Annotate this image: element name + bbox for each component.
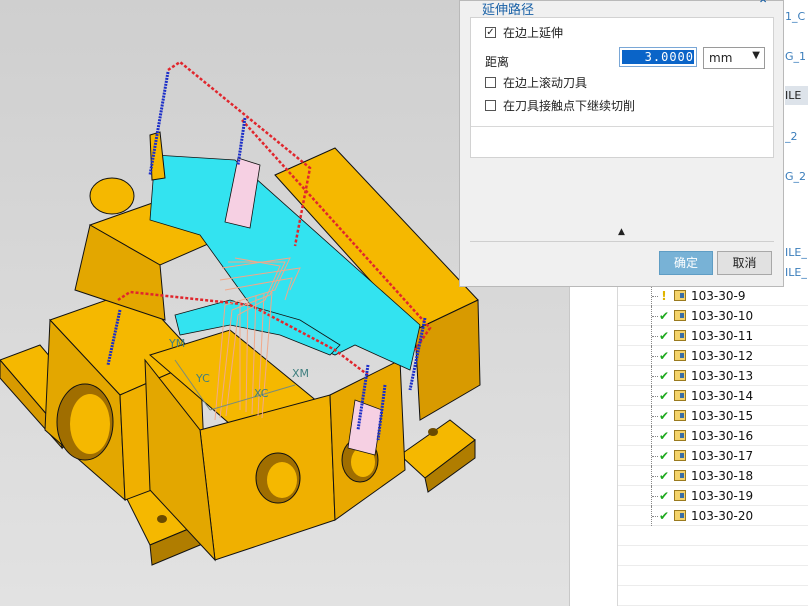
operation-name: 103-30-9: [691, 289, 746, 303]
complete-check-icon: ✔: [658, 489, 670, 503]
operation-row[interactable]: ✔ 103-30-15: [618, 406, 808, 426]
operation-row[interactable]: ✔ 103-30-17: [618, 446, 808, 466]
operation-icon: [674, 410, 686, 421]
operation-row[interactable]: ! 103-30-9: [618, 286, 808, 306]
operation-name: 103-30-12: [691, 349, 754, 363]
operation-name: 103-30-16: [691, 429, 754, 443]
ok-button[interactable]: 确定: [659, 251, 713, 275]
operation-icon: [674, 370, 686, 381]
distance-value: 3.0000: [622, 50, 694, 64]
operation-name: 103-30-15: [691, 409, 754, 423]
complete-check-icon: ✔: [658, 329, 670, 343]
empty-row: [618, 526, 808, 546]
group-divider: [471, 126, 773, 127]
extend-path-dialog: 延伸路径 ⌃ ✓ 在边上延伸 距离 3.0000 mm ▼ 在边上滚动刀具 在刀…: [459, 0, 784, 287]
operation-name: 103-30-17: [691, 449, 754, 463]
dropdown-arrow-icon: ▼: [752, 50, 760, 61]
cancel-button[interactable]: 取消: [717, 251, 772, 275]
operation-row[interactable]: ✔ 103-30-14: [618, 386, 808, 406]
operation-row[interactable]: ✔ 103-30-10: [618, 306, 808, 326]
operation-row[interactable]: ✔ 103-30-12: [618, 346, 808, 366]
operation-name: 103-30-18: [691, 469, 754, 483]
dialog-section-header[interactable]: 延伸路径 ⌃: [460, 0, 783, 18]
operation-icon: [674, 330, 686, 341]
operation-icon: [674, 430, 686, 441]
operation-icon: [674, 490, 686, 501]
chevron-up-icon[interactable]: ⌃: [757, 0, 769, 13]
partial-label[interactable]: ILE_: [785, 266, 807, 279]
complete-check-icon: ✔: [658, 309, 670, 323]
extend-on-edge-checkbox[interactable]: ✓: [485, 27, 496, 38]
partial-label[interactable]: _2: [785, 130, 798, 143]
complete-check-icon: ✔: [658, 509, 670, 523]
operation-name: 103-30-20: [691, 509, 754, 523]
operation-name: 103-30-10: [691, 309, 754, 323]
operation-row[interactable]: ✔ 103-30-19: [618, 486, 808, 506]
unit-value: mm: [709, 51, 733, 65]
complete-check-icon: ✔: [658, 449, 670, 463]
distance-label: 距离: [485, 55, 510, 69]
partial-label[interactable]: 1_C: [785, 10, 805, 23]
operation-name: 103-30-14: [691, 389, 754, 403]
operation-name: 103-30-11: [691, 329, 754, 343]
operation-icon: [674, 290, 686, 301]
operation-name: 103-30-19: [691, 489, 754, 503]
empty-row: [618, 586, 808, 606]
distance-input[interactable]: 3.0000: [619, 47, 697, 67]
operation-name: 103-30-13: [691, 369, 754, 383]
operation-row[interactable]: ✔ 103-30-20: [618, 506, 808, 526]
operation-icon: [674, 350, 686, 361]
axis-label-yc: YC: [196, 372, 210, 385]
extend-on-edge-label: 在边上延伸: [503, 26, 564, 40]
partial-label[interactable]: G_2: [785, 170, 806, 183]
complete-check-icon: ✔: [658, 369, 670, 383]
continue-cut-checkbox[interactable]: [485, 100, 496, 111]
complete-check-icon: ✔: [658, 349, 670, 363]
empty-row: [618, 546, 808, 566]
operation-icon: [674, 470, 686, 481]
complete-check-icon: ✔: [658, 389, 670, 403]
complete-check-icon: ✔: [658, 429, 670, 443]
partial-label[interactable]: G_1: [785, 50, 806, 63]
unit-select[interactable]: mm ▼: [703, 47, 765, 69]
button-bar-divider: [470, 241, 774, 242]
operation-icon: [674, 450, 686, 461]
partial-label[interactable]: ILE_: [785, 246, 807, 259]
axis-label-ym: YM: [169, 337, 186, 350]
partial-label[interactable]: ILE: [785, 86, 808, 105]
operation-icon: [674, 310, 686, 321]
operation-row[interactable]: ✔ 103-30-13: [618, 366, 808, 386]
operation-icon: [674, 390, 686, 401]
complete-check-icon: ✔: [658, 469, 670, 483]
operation-row[interactable]: ✔ 103-30-18: [618, 466, 808, 486]
empty-row: [618, 566, 808, 586]
axis-label-xc: XC: [254, 387, 269, 400]
complete-check-icon: ✔: [658, 409, 670, 423]
axis-label-xm: XM: [292, 367, 310, 380]
continue-cut-label: 在刀具接触点下继续切削: [503, 99, 636, 113]
section-title: 延伸路径: [482, 3, 535, 18]
expand-more-icon[interactable]: ▲: [618, 227, 625, 237]
extend-path-group: ✓ 在边上延伸 距离 3.0000 mm ▼ 在边上滚动刀具 在刀具接触点下继续…: [470, 17, 774, 158]
operation-row[interactable]: ✔ 103-30-11: [618, 326, 808, 346]
roll-tool-label: 在边上滚动刀具: [503, 76, 588, 90]
warning-status-icon: !: [661, 289, 667, 303]
roll-tool-checkbox[interactable]: [485, 77, 496, 88]
operation-row[interactable]: ✔ 103-30-16: [618, 426, 808, 446]
operation-icon: [674, 510, 686, 521]
